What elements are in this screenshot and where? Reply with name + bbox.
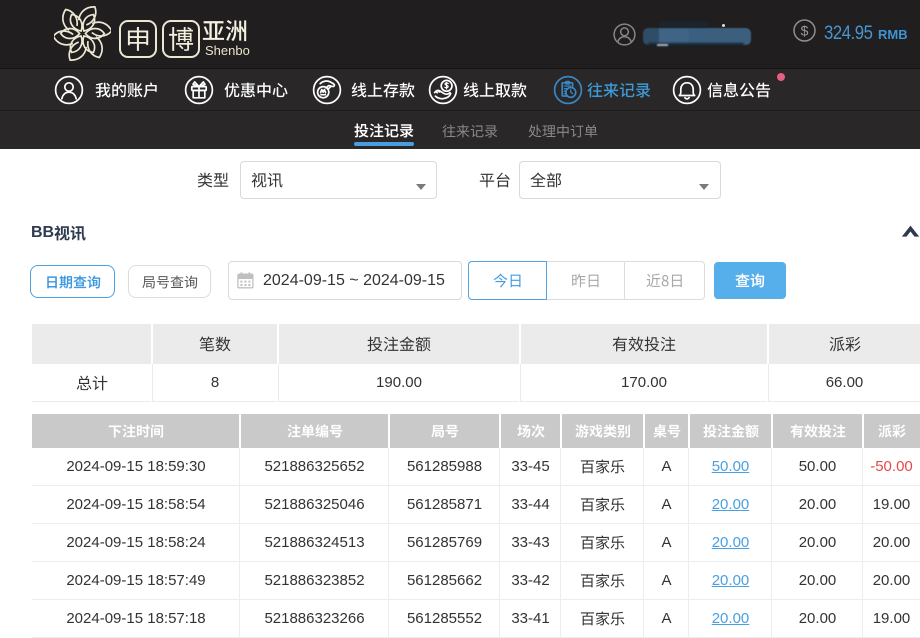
svg-text:$: $ xyxy=(801,23,809,39)
